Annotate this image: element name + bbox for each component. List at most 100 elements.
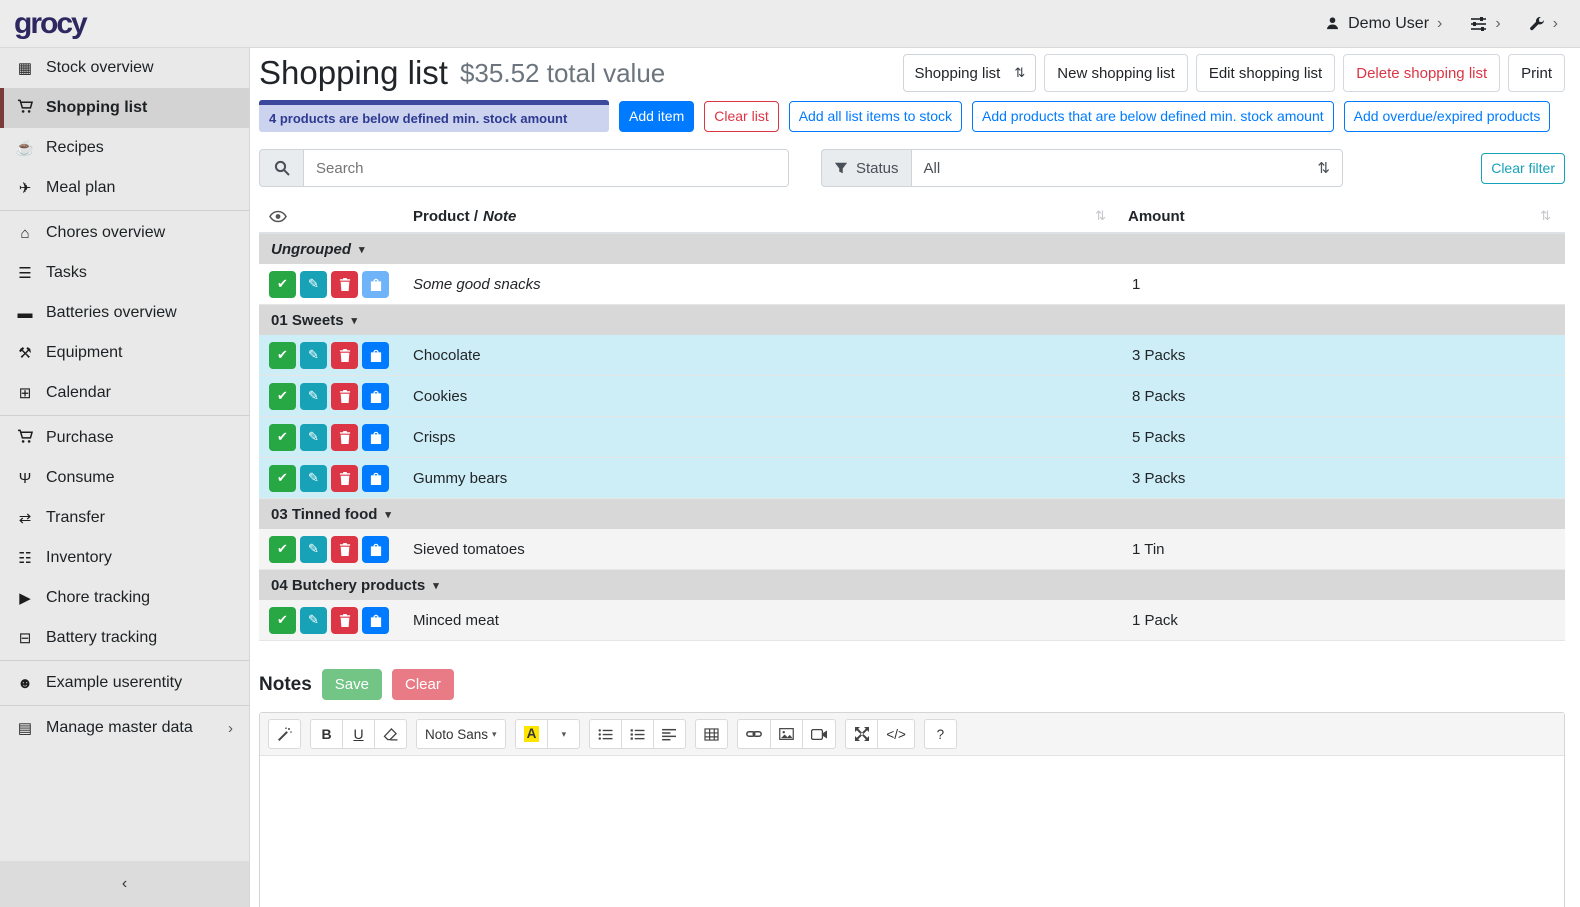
- edit-item-button[interactable]: ✎: [300, 607, 327, 634]
- mark-done-button[interactable]: ✔: [269, 424, 296, 451]
- group-header-butchery-products[interactable]: 04 Butchery products ▾: [259, 570, 1565, 600]
- mark-done-button[interactable]: ✔: [269, 271, 296, 298]
- group-header-tinned-food[interactable]: 03 Tinned food ▾: [259, 499, 1565, 529]
- delete-item-button[interactable]: [331, 342, 358, 369]
- product-column-header[interactable]: Product / Note ⇅: [405, 208, 1120, 225]
- sidebar-item-batteries-overview[interactable]: ▬ Batteries overview: [0, 293, 249, 333]
- magic-wand-icon: [278, 727, 292, 741]
- add-to-stock-button[interactable]: [362, 271, 389, 298]
- text-color-caret-button[interactable]: ▾: [547, 719, 580, 749]
- clear-list-button[interactable]: Clear list: [704, 101, 778, 132]
- group-header-ungrouped[interactable]: Ungrouped ▾: [259, 234, 1565, 264]
- edit-item-button[interactable]: ✎: [300, 383, 327, 410]
- sidebar-item-inventory[interactable]: ☷ Inventory: [0, 538, 249, 578]
- sidebar-item-label: Manage master data: [46, 719, 193, 737]
- add-to-stock-button[interactable]: [362, 424, 389, 451]
- bold-button[interactable]: B: [310, 719, 343, 749]
- edit-item-button[interactable]: ✎: [300, 342, 327, 369]
- edit-item-button[interactable]: ✎: [300, 536, 327, 563]
- new-shopping-list-button[interactable]: New shopping list: [1044, 54, 1188, 92]
- edit-item-button[interactable]: ✎: [300, 424, 327, 451]
- add-to-stock-button[interactable]: [362, 465, 389, 492]
- search-input[interactable]: [303, 149, 789, 187]
- add-below-min-button[interactable]: Add products that are below defined min.…: [972, 101, 1334, 132]
- settings-menu[interactable]: ›: [1470, 16, 1500, 32]
- text-color-button[interactable]: A: [515, 719, 549, 749]
- add-item-button[interactable]: Add item: [619, 101, 694, 132]
- check-icon: ✔: [277, 470, 288, 486]
- mark-done-button[interactable]: ✔: [269, 607, 296, 634]
- status-select[interactable]: All ⇅: [911, 149, 1343, 187]
- sidebar-item-consume[interactable]: Ψ Consume: [0, 458, 249, 498]
- add-to-stock-button[interactable]: [362, 383, 389, 410]
- sidebar-item-transfer[interactable]: ⇄ Transfer: [0, 498, 249, 538]
- clear-filter-button[interactable]: Clear filter: [1481, 153, 1565, 184]
- mark-done-button[interactable]: ✔: [269, 536, 296, 563]
- mark-done-button[interactable]: ✔: [269, 342, 296, 369]
- add-to-stock-button[interactable]: [362, 536, 389, 563]
- group-header-sweets[interactable]: 01 Sweets ▾: [259, 305, 1565, 335]
- notes-clear-button[interactable]: Clear: [392, 669, 454, 700]
- sidebar-item-equipment[interactable]: ⚒ Equipment: [0, 333, 249, 373]
- add-overdue-button[interactable]: Add overdue/expired products: [1344, 101, 1551, 132]
- edit-item-button[interactable]: ✎: [300, 271, 327, 298]
- code-view-button[interactable]: </>: [877, 719, 915, 749]
- amount-column-header[interactable]: Amount ⇅: [1120, 208, 1565, 225]
- edit-item-button[interactable]: ✎: [300, 465, 327, 492]
- sidebar-item-shopping-list[interactable]: Shopping list: [0, 88, 249, 128]
- notes-editor-area[interactable]: [260, 756, 1564, 907]
- print-button[interactable]: Print: [1508, 54, 1565, 92]
- admin-tools-menu[interactable]: ›: [1529, 16, 1558, 32]
- mark-done-button[interactable]: ✔: [269, 465, 296, 492]
- picture-button[interactable]: [770, 719, 803, 749]
- ordered-list-button[interactable]: [621, 719, 654, 749]
- underline-button[interactable]: U: [342, 719, 375, 749]
- add-to-stock-button[interactable]: [362, 342, 389, 369]
- app-logo[interactable]: grocy: [0, 7, 250, 41]
- mark-done-button[interactable]: ✔: [269, 383, 296, 410]
- sidebar-item-stock-overview[interactable]: ▦ Stock overview: [0, 48, 249, 88]
- delete-item-button[interactable]: [331, 424, 358, 451]
- user-menu-label: Demo User: [1348, 15, 1429, 33]
- delete-item-button[interactable]: [331, 271, 358, 298]
- sidebar-item-manage-master-data[interactable]: ▤ Manage master data ›: [0, 708, 249, 748]
- shopping-list-select[interactable]: Shopping list ⇅: [903, 54, 1036, 92]
- edit-shopping-list-button[interactable]: Edit shopping list: [1196, 54, 1335, 92]
- add-to-stock-button[interactable]: [362, 607, 389, 634]
- sidebar-collapse-button[interactable]: ‹: [0, 861, 249, 907]
- delete-item-button[interactable]: [331, 465, 358, 492]
- video-button[interactable]: [802, 719, 836, 749]
- sidebar-item-example-userentity[interactable]: ☻ Example userentity: [0, 663, 249, 703]
- sidebar-item-chore-tracking[interactable]: ▶ Chore tracking: [0, 578, 249, 618]
- unordered-list-button[interactable]: [589, 719, 622, 749]
- user-menu[interactable]: Demo User ›: [1325, 15, 1442, 33]
- notes-save-button[interactable]: Save: [322, 669, 382, 700]
- fullscreen-button[interactable]: [845, 719, 878, 749]
- sidebar-item-recipes[interactable]: ☕ Recipes: [0, 128, 249, 168]
- below-min-stock-banner[interactable]: 4 products are below defined min. stock …: [259, 100, 609, 132]
- shopping-list-row: ✔ ✎ Some good snacks 1: [259, 264, 1565, 305]
- expand-arrows-icon: [855, 727, 869, 741]
- help-button[interactable]: ?: [924, 719, 957, 749]
- shopping-list-row: ✔ ✎ Crisps 5 Packs: [259, 417, 1565, 458]
- sidebar-item-tasks[interactable]: ☰ Tasks: [0, 253, 249, 293]
- chevron-icon: ›: [1553, 16, 1558, 32]
- delete-item-button[interactable]: [331, 536, 358, 563]
- row-actions: ✔ ✎: [259, 383, 405, 410]
- link-button[interactable]: [737, 719, 771, 749]
- sidebar-item-chores-overview[interactable]: ⌂ Chores overview: [0, 213, 249, 253]
- table-button[interactable]: [695, 719, 728, 749]
- paragraph-align-button[interactable]: [653, 719, 686, 749]
- delete-item-button[interactable]: [331, 607, 358, 634]
- delete-item-button[interactable]: [331, 383, 358, 410]
- add-all-to-stock-button[interactable]: Add all list items to stock: [789, 101, 962, 132]
- delete-shopping-list-button[interactable]: Delete shopping list: [1343, 54, 1500, 92]
- clear-formatting-button[interactable]: [374, 719, 407, 749]
- sidebar-item-purchase[interactable]: Purchase: [0, 418, 249, 458]
- visibility-column-header[interactable]: [259, 210, 405, 223]
- style-magic-button[interactable]: [268, 719, 301, 749]
- sidebar-item-battery-tracking[interactable]: ⊟ Battery tracking: [0, 618, 249, 658]
- sidebar-item-meal-plan[interactable]: ✈ Meal plan: [0, 168, 249, 208]
- font-family-button[interactable]: Noto Sans ▾: [416, 719, 506, 749]
- sidebar-item-calendar[interactable]: ⊞ Calendar: [0, 373, 249, 413]
